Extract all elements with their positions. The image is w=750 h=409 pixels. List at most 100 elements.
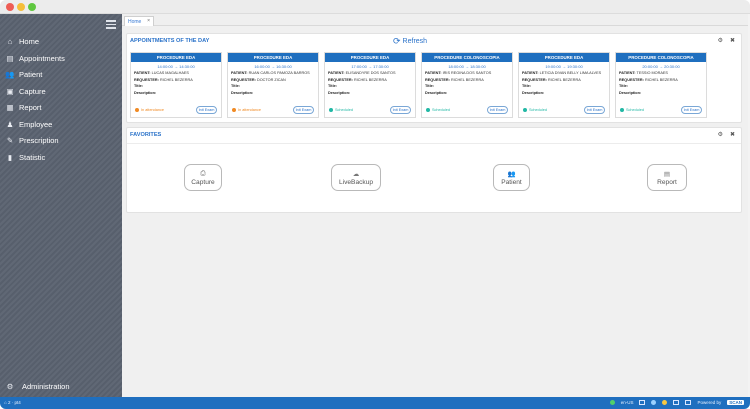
requester-line: REQUESTER: RICHEL BEZERRA [328, 78, 415, 82]
requester-label: REQUESTER: [231, 77, 256, 82]
favorite-label: LiveBackup [338, 178, 374, 186]
procedure-title: PROCEDURE COLONOSCOPIA [616, 53, 706, 62]
favorite-label: Patient [501, 178, 522, 186]
appointment-card[interactable]: PROCEDURE EDA 19:00:00 → 19:30:00 PATIENT:… [518, 52, 610, 118]
home-icon: ⌂ [7, 36, 13, 46]
favorites-panel: FAVORITES ⚙ ✖ ⎙ Capture ☁ LiveBackup 👥 P… [126, 127, 742, 213]
close-icon[interactable]: ✖ [730, 37, 735, 44]
sidebar-item-label: Capture [19, 86, 46, 96]
appointment-card[interactable]: PROCEDURE COLONOSCOPIA 18:00:00 → 18:30:0… [421, 52, 513, 118]
sidebar-item-appointments[interactable]: ▤ Appointments [0, 50, 122, 66]
status-text: In attendance [238, 108, 262, 112]
title-line: Title: [425, 84, 512, 88]
favorite-patient-button[interactable]: 👥 Patient [493, 164, 530, 191]
requester-label: REQUESTER: [619, 77, 644, 82]
window-icon[interactable] [673, 400, 680, 405]
close-window-button[interactable] [6, 3, 14, 11]
patient-line: PATIENT: IRIS REGINA DOS SANTOS [425, 71, 512, 75]
app-window: ⌂ Home ▤ Appointments 👥 Patient ▣ Captur… [0, 0, 750, 409]
appointment-time: 14:00:00 → 14:30:00 [157, 64, 195, 69]
favorite-livebackup-button[interactable]: ☁ LiveBackup [331, 164, 381, 191]
status-bar: ⌂ 2 · pt4 en-US Powered by SCAN [0, 397, 750, 409]
appointment-card[interactable]: PROCEDURE COLONOSCOPIA 20:00:00 → 20:30:0… [615, 52, 707, 118]
title-label: Title: [425, 84, 435, 89]
sidebar-item-report[interactable]: ▦ Report [0, 99, 122, 115]
init-exam-button[interactable]: Init Exam [584, 106, 605, 114]
patient-label: PATIENT: [328, 71, 345, 76]
panel-title: FAVORITES [130, 132, 162, 138]
init-exam-button[interactable]: Init Exam [196, 106, 217, 114]
report-icon: ▤ [663, 170, 671, 178]
settings-icon[interactable]: ⚙ [718, 37, 723, 44]
settings-icon[interactable]: ⚙ [718, 131, 723, 138]
appointment-card[interactable]: PROCEDURE EDA 17:00:00 → 17:30:00 PATIENT:… [324, 52, 416, 118]
description-line: Description: [134, 91, 221, 95]
title-line: Title: [522, 84, 609, 88]
favorite-label: Capture [191, 178, 215, 186]
appointment-card[interactable]: PROCEDURE EDA 14:00:00 → 14:30:00 PATIENT:… [130, 52, 222, 118]
title-line: Title: [328, 84, 415, 88]
appointment-time: 19:00:00 → 19:30:00 [545, 64, 583, 69]
sidebar-item-employee[interactable]: ♟ Employee [0, 116, 122, 132]
tab-close-icon[interactable]: × [147, 18, 150, 24]
requester-name: RICHEL BEZERRA [547, 77, 581, 82]
sidebar-item-patient[interactable]: 👥 Patient [0, 66, 122, 82]
settings-box-icon[interactable] [685, 400, 692, 405]
favorite-capture-button[interactable]: ⎙ Capture [184, 164, 222, 191]
init-exam-button[interactable]: Init Exam [390, 106, 411, 114]
display-icon[interactable] [639, 400, 646, 405]
tab-home[interactable]: Home × [124, 16, 154, 26]
appointments-icon: ▤ [6, 53, 14, 63]
cloud-upload-icon: ☁ [352, 170, 360, 178]
requester-line: REQUESTER: RICHEL BEZERRA [619, 78, 706, 82]
minimize-window-button[interactable] [17, 3, 25, 11]
sidebar-item-label: Prescription [19, 135, 59, 145]
status-dot-icon [329, 108, 333, 112]
refresh-icon: ⟳ [393, 36, 401, 46]
requester-line: REQUESTER: RICHEL BEZERRA [134, 78, 221, 82]
procedure-title: PROCEDURE EDA [228, 53, 318, 62]
sidebar-item-statistic[interactable]: ▮ Statistic [0, 149, 122, 165]
maximize-window-button[interactable] [28, 3, 36, 11]
status-badge: In attendance [135, 108, 164, 112]
init-exam-button[interactable]: Init Exam [293, 106, 314, 114]
title-label: Title: [328, 84, 338, 89]
statistic-icon: ▮ [7, 152, 13, 162]
report-icon: ▦ [6, 102, 14, 112]
requester-line: REQUESTER: RICHEL BEZERRA [522, 78, 609, 82]
patient-line: PATIENT: LUCAS MAGALHAES [134, 71, 221, 75]
appointment-card[interactable]: PROCEDURE EDA 16:00:00 → 16:30:00 PATIENT:… [227, 52, 319, 118]
requester-label: REQUESTER: [134, 77, 159, 82]
description-line: Description: [619, 91, 706, 95]
status-badge: Scheduled [620, 108, 644, 112]
sidebar-item-label: Employee [19, 119, 53, 129]
sidebar-item-administration[interactable]: ⚙ Administration [0, 378, 122, 394]
sidebar-item-home[interactable]: ⌂ Home [0, 33, 122, 49]
locale-text[interactable]: en-US [621, 400, 634, 405]
favorite-report-button[interactable]: ▤ Report [647, 164, 687, 191]
init-exam-button[interactable]: Init Exam [487, 106, 508, 114]
description-line: Description: [522, 91, 609, 95]
close-icon[interactable]: ✖ [730, 131, 735, 138]
hamburger-menu-icon[interactable] [106, 20, 116, 29]
patient-line: PATIENT: TESSIO MORAES [619, 71, 706, 75]
requester-line: REQUESTER: RICHEL BEZERRA [425, 78, 512, 82]
status-dot-icon [135, 108, 139, 112]
info-icon[interactable] [651, 400, 657, 405]
tab-bar: Home × [122, 14, 748, 26]
sidebar-item-capture[interactable]: ▣ Capture [0, 83, 122, 99]
patient-line: PATIENT: ELISANDYRE DOS SANTOS [328, 71, 415, 75]
requester-name: RICHEL BEZERRA [159, 77, 193, 82]
init-exam-button[interactable]: Init Exam [681, 106, 702, 114]
refresh-button[interactable]: ⟳ Refresh [393, 36, 427, 47]
patient-label: PATIENT: [425, 71, 442, 76]
status-badge: Scheduled [523, 108, 547, 112]
appointment-time: 16:00:00 → 16:30:00 [254, 64, 292, 69]
requester-name: RICHEL BEZERRA [450, 77, 484, 82]
sidebar-item-prescription[interactable]: ✎ Prescription [0, 132, 122, 148]
status-text: Scheduled [626, 108, 644, 112]
alert-icon[interactable] [662, 400, 668, 405]
patient-name: IRIS REGINA DOS SANTOS [442, 71, 492, 76]
patient-icon: 👥 [507, 170, 516, 178]
status-text: Scheduled [529, 108, 547, 112]
